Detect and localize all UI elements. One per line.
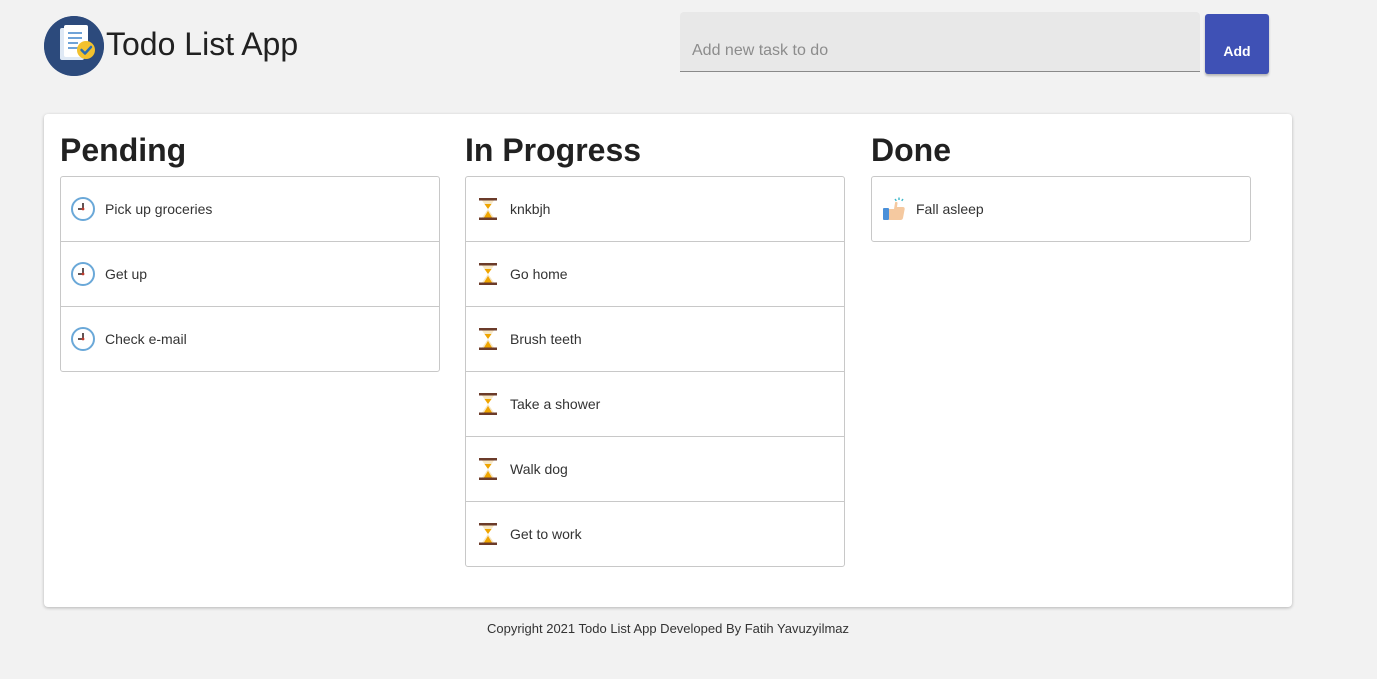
thumbs-up-icon	[882, 197, 906, 221]
app-title: Todo List App	[106, 26, 299, 62]
task-label: Go home	[510, 266, 568, 282]
hourglass-icon	[476, 327, 500, 351]
task-list-in-progress: knkbjh Go home Brush teeth Take a shower	[465, 176, 845, 567]
column-title-pending: Pending	[60, 132, 187, 168]
task-label: knkbjh	[510, 201, 551, 217]
task-item[interactable]: Go home	[466, 242, 844, 307]
task-item[interactable]: Walk dog	[466, 437, 844, 502]
todo-document-check-icon	[44, 16, 104, 76]
hourglass-icon	[476, 392, 500, 416]
hourglass-icon	[476, 457, 500, 481]
header: Todo List App Add	[0, 0, 1377, 100]
task-list-done: Fall asleep	[871, 176, 1251, 242]
task-label: Get to work	[510, 526, 582, 542]
task-item[interactable]: Fall asleep	[872, 177, 1250, 241]
task-label: Get up	[105, 266, 148, 282]
task-item[interactable]: Check e-mail	[61, 307, 439, 371]
hourglass-icon	[476, 522, 500, 546]
column-title-in-progress: In Progress	[465, 132, 642, 168]
clock-icon	[71, 327, 95, 351]
task-item[interactable]: Take a shower	[466, 372, 844, 437]
task-item[interactable]: knkbjh	[466, 177, 844, 242]
task-item[interactable]: Get up	[61, 242, 439, 307]
task-item[interactable]: Pick up groceries	[61, 177, 439, 242]
task-label: Check e-mail	[105, 331, 187, 347]
hourglass-icon	[476, 262, 500, 286]
task-label: Brush teeth	[510, 331, 582, 347]
clock-icon	[71, 197, 95, 221]
task-board: Pending Pick up groceries Get up Check e…	[44, 114, 1292, 607]
column-title-done: Done	[871, 132, 951, 168]
task-label: Pick up groceries	[105, 201, 213, 217]
task-label: Take a shower	[510, 396, 601, 412]
new-task-input[interactable]	[680, 12, 1200, 72]
task-item[interactable]: Get to work	[466, 502, 844, 566]
task-label: Walk dog	[510, 461, 568, 477]
clock-icon	[71, 262, 95, 286]
footer-copyright: Copyright 2021 Todo List App Developed B…	[486, 621, 850, 636]
add-task-button[interactable]: Add	[1205, 14, 1269, 74]
hourglass-icon	[476, 197, 500, 221]
task-list-pending: Pick up groceries Get up Check e-mail	[60, 176, 440, 372]
task-label: Fall asleep	[916, 201, 984, 217]
task-item[interactable]: Brush teeth	[466, 307, 844, 372]
